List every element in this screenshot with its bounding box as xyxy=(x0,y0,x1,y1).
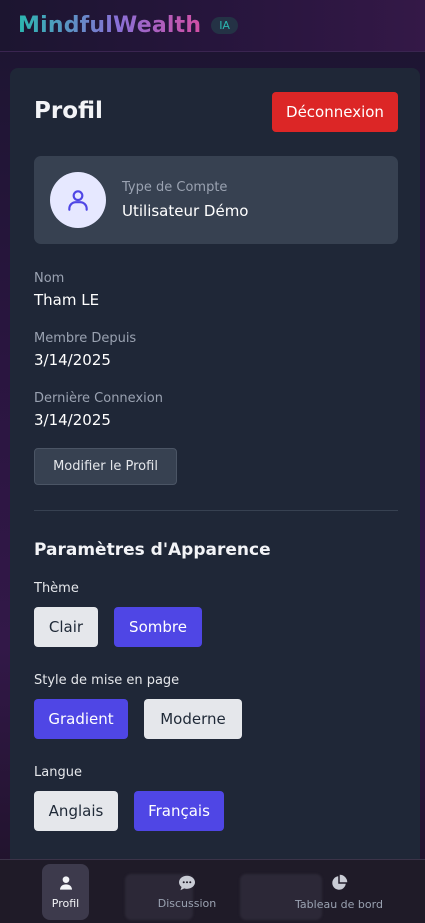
nav-item-label: Discussion xyxy=(157,896,217,910)
layout-style-label: Style de mise en page xyxy=(34,673,180,688)
user-icon xyxy=(68,190,88,211)
theme-label: Thème xyxy=(34,581,79,596)
nav-item-discussion[interactable]: Discussion xyxy=(150,864,224,920)
theme-dark-button[interactable]: Sombre xyxy=(114,607,202,647)
edit-profile-button[interactable]: Modifier le Profil xyxy=(34,448,177,485)
language-french-button[interactable]: Français xyxy=(134,791,224,831)
section-divider xyxy=(34,510,398,511)
avatar xyxy=(50,172,106,228)
account-type-label: Type de Compte xyxy=(122,180,228,195)
pie-chart-icon xyxy=(332,874,348,890)
account-type-value: Utilisateur Démo xyxy=(122,202,249,220)
language-label: Langue xyxy=(34,765,82,780)
page-title: Profil xyxy=(34,98,103,124)
appearance-section-title: Paramètres d'Apparence xyxy=(34,540,271,560)
nav-item-label: Profil xyxy=(51,896,80,910)
account-type-box: Type de Compte Utilisateur Démo xyxy=(34,156,398,244)
layout-modern-button[interactable]: Moderne xyxy=(144,699,242,739)
member-since-value: 3/14/2025 xyxy=(34,351,111,369)
name-label: Nom xyxy=(34,271,65,286)
layout-gradient-button[interactable]: Gradient xyxy=(34,699,128,739)
chat-icon xyxy=(179,875,195,890)
app-header: MindfulWealth IA xyxy=(0,0,425,52)
logout-button[interactable]: Déconnexion xyxy=(272,92,398,132)
member-since-label: Membre Depuis xyxy=(34,331,137,346)
theme-light-button[interactable]: Clair xyxy=(34,607,98,647)
name-value: Tham LE xyxy=(34,291,100,309)
last-login-value: 3/14/2025 xyxy=(34,411,111,429)
nav-item-dashboard[interactable]: Tableau de bord xyxy=(293,864,385,920)
profile-card: Profil Déconnexion Type de Compte Utilis… xyxy=(10,68,420,923)
brand-logo[interactable]: MindfulWealth xyxy=(18,13,201,38)
nav-item-profile[interactable]: Profil xyxy=(42,864,89,920)
last-login-label: Dernière Connexion xyxy=(34,391,163,406)
bottom-nav: Profil Discussion Tableau de bord xyxy=(0,859,425,923)
ia-badge: IA xyxy=(211,17,238,34)
nav-item-label: Tableau de bord xyxy=(295,897,383,911)
language-english-button[interactable]: Anglais xyxy=(34,791,118,831)
user-icon xyxy=(59,875,72,890)
